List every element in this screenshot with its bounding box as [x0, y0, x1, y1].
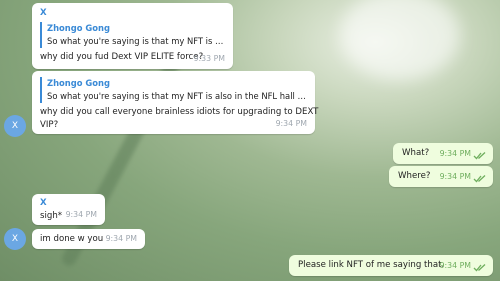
message-bubble-7[interactable]: Please link NFT of me saying that. 9:34 … — [289, 255, 493, 276]
message-time: 9:34 PM — [439, 261, 471, 270]
double-check-icon — [473, 264, 486, 272]
avatar[interactable]: X — [4, 228, 26, 250]
message-text-line-1: why did you call everyone brainless idio… — [40, 107, 319, 117]
message-text: Please link NFT of me saying that. — [298, 260, 445, 270]
reply-sender-name: Zhongo Gong — [47, 23, 111, 33]
message-bubble-2[interactable]: Zhongo Gong So what you're saying is tha… — [32, 71, 319, 134]
reply-quote[interactable]: Zhongo Gong So what you're saying is tha… — [40, 22, 225, 48]
message-text: im done w you — [40, 234, 104, 244]
message-time: 9:34 PM — [105, 234, 137, 243]
message-time: 9:34 PM — [439, 149, 471, 158]
message-time: 9:33 PM — [193, 54, 225, 63]
message-time: 9:34 PM — [65, 210, 97, 219]
sender-name[interactable]: X — [40, 7, 225, 20]
reply-snippet: So what you're saying is that my NFT is … — [47, 91, 307, 101]
message-text: What? — [402, 148, 430, 158]
message-time: 9:34 PM — [439, 172, 471, 181]
reply-quote[interactable]: Zhongo Gong So what you're saying is tha… — [40, 77, 307, 103]
background-flare — [340, 0, 460, 80]
sender-name[interactable]: X — [40, 197, 47, 210]
message-bubble-6[interactable]: im done w you 9:34 PM — [32, 229, 145, 249]
double-check-icon — [473, 175, 486, 183]
reply-sender-name: Zhongo Gong — [47, 78, 111, 88]
double-check-icon — [473, 152, 486, 160]
message-text: Where? — [398, 171, 431, 181]
message-bubble-5[interactable]: X sigh* 9:34 PM — [32, 194, 105, 225]
message-bubble-4[interactable]: Where? 9:34 PM — [389, 166, 493, 187]
message-text-line-2: VIP? — [40, 120, 59, 130]
message-time: 9:34 PM — [275, 119, 307, 128]
avatar[interactable]: X — [4, 115, 26, 137]
message-bubble-1[interactable]: X Zhongo Gong So what you're saying is t… — [32, 3, 233, 69]
message-text: sigh* — [40, 211, 63, 221]
reply-snippet: So what you're saying is that my NFT is … — [47, 36, 225, 46]
message-bubble-3[interactable]: What? 9:34 PM — [393, 143, 493, 164]
